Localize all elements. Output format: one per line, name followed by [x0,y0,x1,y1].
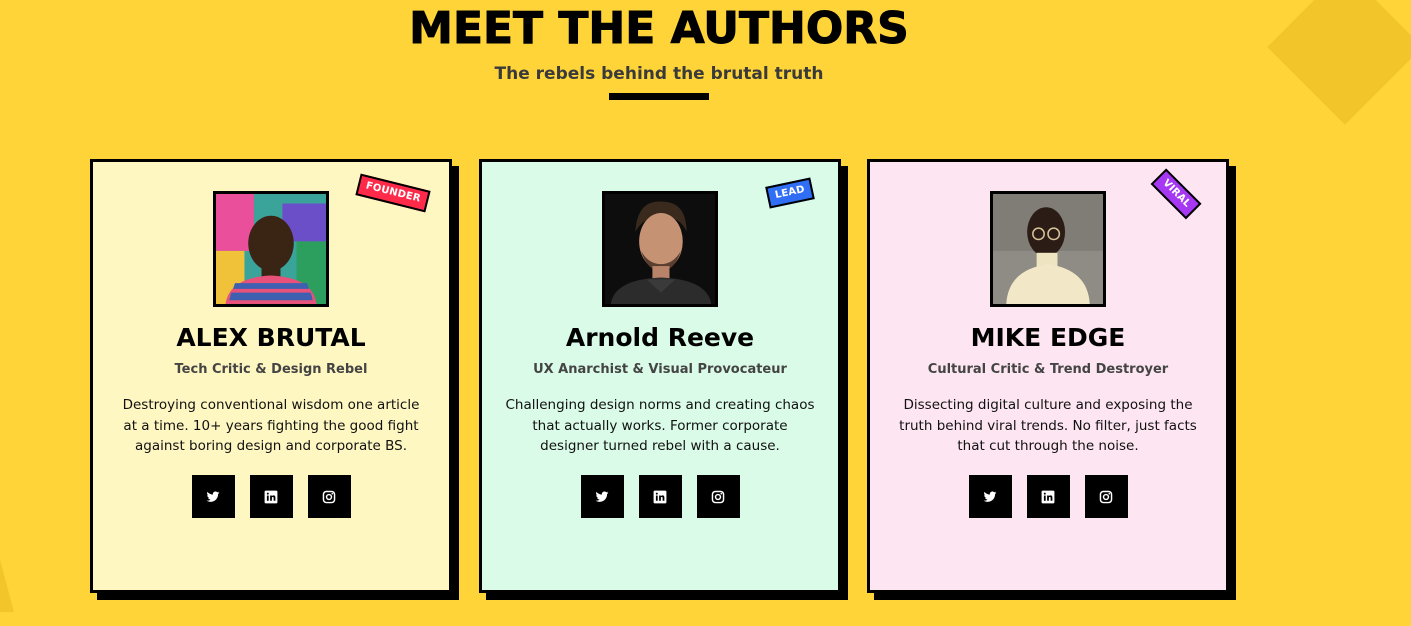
author-photo [990,191,1106,307]
instagram-button[interactable] [696,475,740,518]
author-card-mike-edge: VIRAL MIKE EDGE Cultural Critic & Trend … [867,159,1229,593]
author-bio: Challenging design norms and creating ch… [505,397,815,454]
title-underline [609,93,709,100]
linkedin-button[interactable] [249,475,293,518]
instagram-button[interactable] [1084,475,1128,518]
twitter-button[interactable] [968,475,1012,518]
decorative-triangle [0,560,14,612]
author-name: ALEX BRUTAL [176,323,366,352]
linkedin-icon [264,490,278,503]
page-subtitle: The rebels behind the brutal truth [494,64,824,84]
lead-badge: LEAD [765,177,815,209]
twitter-button[interactable] [191,475,235,518]
author-photo [213,191,329,307]
twitter-icon [206,490,220,502]
section-header: MEET THE AUTHORS The rebels behind the b… [0,0,1318,100]
author-card-arnold-reeve: LEAD Arnold Reeve UX Anarchist & Visual … [479,159,841,593]
linkedin-button[interactable] [638,475,682,518]
linkedin-icon [1041,490,1055,503]
twitter-icon [983,490,997,502]
instagram-icon [322,490,336,503]
author-name: MIKE EDGE [970,323,1126,352]
social-links [482,475,838,518]
viral-badge: VIRAL [1150,168,1202,220]
author-role: Cultural Critic & Trend Destroyer [927,362,1169,377]
author-role: UX Anarchist & Visual Provocateur [533,362,787,377]
instagram-icon [711,490,725,503]
linkedin-button[interactable] [1026,475,1070,518]
instagram-button[interactable] [307,475,351,518]
author-photo [602,191,718,307]
instagram-icon [1099,490,1113,503]
author-bio: Dissecting digital culture and exposing … [899,397,1197,454]
twitter-icon [595,490,609,502]
social-links [870,475,1226,518]
author-bio: Destroying conventional wisdom one artic… [122,397,420,454]
founder-badge: FOUNDER [355,173,431,213]
linkedin-icon [653,490,667,503]
author-name: Arnold Reeve [565,323,755,352]
social-links [93,475,449,518]
page-title: MEET THE AUTHORS [409,3,910,54]
twitter-button[interactable] [580,475,624,518]
author-role: Tech Critic & Design Rebel [174,362,368,377]
author-card-alex-brutal: FOUNDER ALEX BRUTAL Tech Critic & Design… [90,159,452,593]
